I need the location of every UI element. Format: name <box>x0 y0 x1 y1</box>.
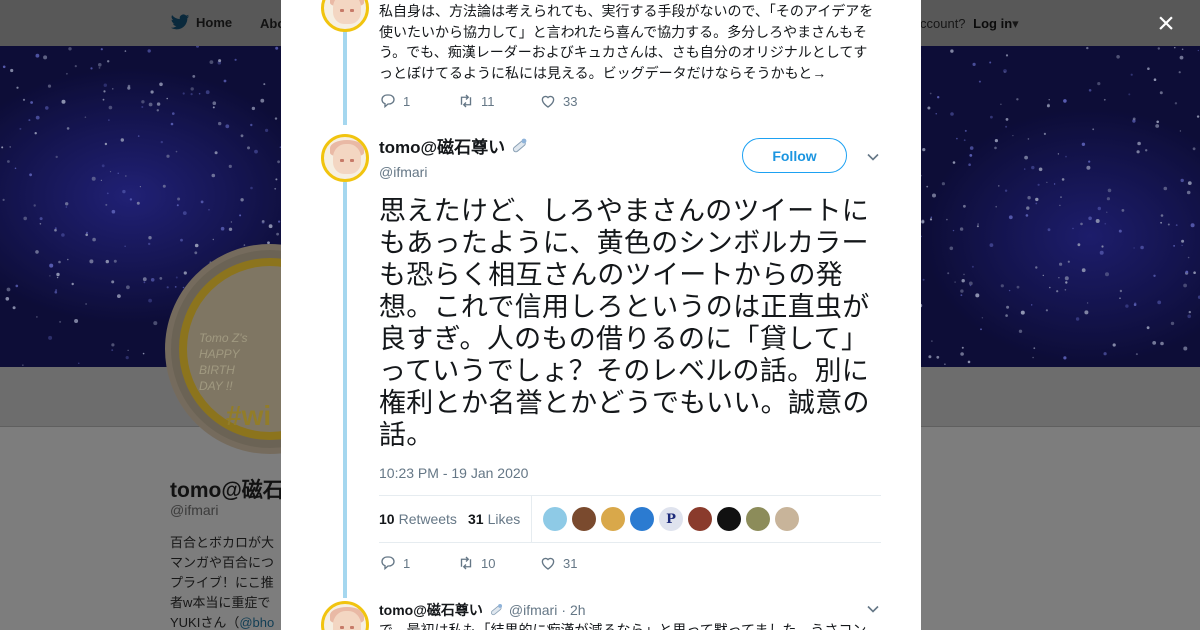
magnet-pin-icon <box>490 603 502 616</box>
author-handle: @ifmari <box>379 164 428 180</box>
retweet-icon <box>460 556 472 570</box>
reply-time[interactable]: 2h <box>570 602 586 618</box>
retweet-icon <box>460 94 472 108</box>
like-button[interactable]: 33 <box>539 92 577 110</box>
likes-stat[interactable]: 31 Likes <box>468 511 520 527</box>
magnet-pin-icon <box>512 138 527 152</box>
liker-avatar[interactable] <box>717 507 741 531</box>
reply-tweet-text: で、最初は私も「結果的に痴漢が減るなら」と思って黙ってました。うさコン <box>379 622 867 630</box>
liker-avatar[interactable]: P <box>659 507 683 531</box>
retweets-stat[interactable]: 10 Retweets <box>379 511 457 527</box>
chevron-down-icon[interactable] <box>866 602 880 616</box>
follow-button[interactable]: Follow <box>742 138 847 173</box>
tweet-permalink-modal: 私自身は、方法論は考えられても、実行する手段がないので、「そのアイデアを使いたい… <box>281 0 921 630</box>
liker-avatar[interactable] <box>572 507 596 531</box>
tweet-stats: 10 Retweets 31 Likes P <box>379 495 881 543</box>
reply-author-name: tomo@磁石尊い <box>379 602 483 618</box>
reply-tweet-header[interactable]: tomo@磁石尊い @ifmari · 2h <box>379 600 586 620</box>
retweet-button[interactable]: 11 <box>457 92 539 110</box>
liker-avatar[interactable] <box>601 507 625 531</box>
reply-tweet-avatar[interactable] <box>321 601 369 630</box>
reply-author-handle: @ifmari <box>508 602 558 618</box>
previous-tweet-avatar[interactable] <box>321 0 369 32</box>
tweet-timestamp[interactable]: 10:23 PM - 19 Jan 2020 <box>379 465 528 481</box>
reply-button[interactable]: 1 <box>379 92 457 110</box>
reply-separator: · <box>561 602 566 618</box>
main-tweet-avatar[interactable] <box>321 134 369 182</box>
liker-avatars: P <box>543 507 799 531</box>
main-tweet-actions: 1 10 31 <box>379 554 577 572</box>
main-tweet-author[interactable]: tomo@磁石尊い @ifmari <box>379 133 530 180</box>
main-tweet-text: 思えたけど、しろやまさんのツイートにもあったように、黄色のシンボルカラーも恐らく… <box>379 196 870 450</box>
reply-button[interactable]: 1 <box>379 554 457 572</box>
reply-icon <box>381 556 395 571</box>
thread-line-top <box>343 30 347 125</box>
liker-avatar[interactable] <box>543 507 567 531</box>
thread-line-main <box>343 182 347 598</box>
previous-tweet-text: 私自身は、方法論は考えられても、実行する手段がないので、「そのアイデアを使いたい… <box>379 3 874 81</box>
liker-avatar[interactable] <box>775 507 799 531</box>
reply-icon <box>381 94 395 109</box>
author-display-name: tomo@磁石尊い <box>379 138 506 157</box>
close-icon[interactable]: × <box>1152 9 1180 39</box>
heart-icon <box>541 95 555 108</box>
chevron-down-icon[interactable] <box>866 150 880 164</box>
liker-avatar[interactable] <box>630 507 654 531</box>
heart-icon <box>541 557 555 570</box>
retweet-button[interactable]: 10 <box>457 554 539 572</box>
like-button[interactable]: 31 <box>539 554 577 572</box>
liker-avatar[interactable] <box>688 507 712 531</box>
previous-tweet-actions: 1 11 33 <box>379 92 577 110</box>
liker-avatar[interactable] <box>746 507 770 531</box>
